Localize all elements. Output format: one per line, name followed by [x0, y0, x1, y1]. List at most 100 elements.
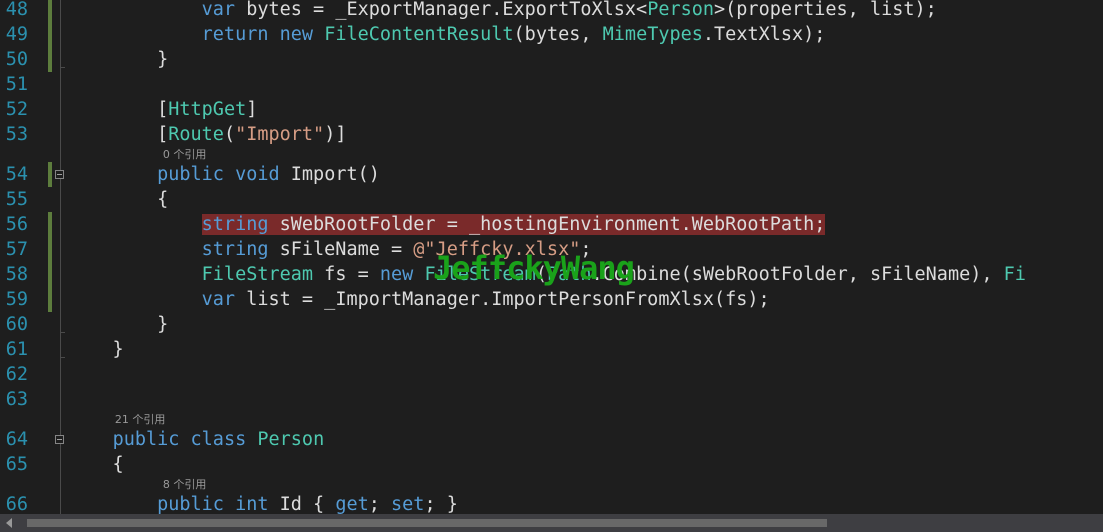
line-number: 50	[5, 49, 28, 70]
code-token: ; }	[424, 494, 458, 515]
code-line[interactable]: string sWebRootFolder = _hostingEnvironm…	[68, 212, 826, 237]
line-number: 62	[5, 364, 28, 385]
code-line[interactable]: [HttpGet]	[68, 97, 257, 122]
line-number: 63	[5, 389, 28, 410]
line-number: 61	[5, 339, 28, 360]
code-token: Fi	[1003, 264, 1026, 285]
fold-end-tick	[60, 67, 65, 68]
code-token: string	[201, 239, 269, 260]
scroll-left-arrow-icon[interactable]	[6, 518, 12, 528]
code-token: .Combine(sWebRootFolder, sFileName),	[591, 264, 1004, 285]
code-token: )]	[324, 124, 347, 145]
code-token: (bytes,	[513, 24, 603, 45]
line-number: 60	[5, 314, 28, 335]
collapse-region-icon[interactable]	[55, 435, 64, 444]
code-line[interactable]: var bytes = _ExportManager.ExportToXlsx<…	[68, 0, 937, 22]
collapse-region-icon[interactable]	[55, 170, 64, 179]
code-line[interactable]: var list = _ImportManager.ImportPersonFr…	[68, 287, 770, 312]
code-token: FileStream	[201, 264, 314, 285]
code-token: int	[235, 494, 269, 515]
horizontal-scrollbar[interactable]	[0, 514, 1103, 532]
code-line[interactable]: }	[68, 337, 124, 362]
code-token: HttpGet	[168, 99, 247, 120]
code-line[interactable]: public void Import()	[68, 162, 380, 187]
fold-guide-line	[60, 444, 61, 514]
code-token: Import()	[279, 164, 380, 185]
code-token: .TextXlsx);	[702, 24, 826, 45]
code-token: Id {	[268, 494, 336, 515]
code-token: fs =	[313, 264, 380, 285]
code-token: get	[335, 494, 369, 515]
code-token: public	[157, 494, 224, 515]
line-number: 64	[5, 429, 28, 450]
code-token: new	[279, 24, 314, 45]
code-token: "Import"	[235, 124, 325, 145]
line-number: 55	[5, 189, 28, 210]
code-token: {	[68, 454, 124, 475]
code-line[interactable]: [Route("Import")]	[68, 122, 346, 147]
change-indicator-bar	[48, 0, 52, 72]
code-token: bytes = _ExportManager.ExportToXlsx<	[235, 0, 648, 20]
line-number: 59	[5, 289, 28, 310]
code-editor[interactable]: 48 var bytes = _ExportManager.ExportToXl…	[0, 0, 1103, 532]
fold-end-tick	[60, 357, 65, 358]
fold-guide-line	[60, 179, 61, 435]
watermark-text: JeffckyWang	[433, 249, 635, 287]
code-line[interactable]: return new FileContentResult(bytes, Mime…	[68, 22, 826, 47]
line-number: 56	[5, 214, 28, 235]
code-line[interactable]: {	[68, 452, 124, 477]
line-number: 54	[5, 164, 28, 185]
code-token: }	[68, 339, 124, 360]
code-token: Route	[168, 124, 224, 145]
code-token: new	[379, 264, 414, 285]
change-indicator-bar	[48, 212, 52, 312]
code-token: FileContentResult	[324, 24, 514, 45]
code-line[interactable]: }	[68, 47, 168, 72]
fold-guide-line	[60, 0, 61, 170]
code-token: public	[112, 429, 180, 450]
line-number: 58	[5, 264, 28, 285]
code-line[interactable]: public class Person	[68, 427, 325, 452]
code-token: set	[391, 494, 425, 515]
line-number: 57	[5, 239, 28, 260]
code-token: string	[201, 214, 269, 235]
code-token: sWebRootFolder = _hostingEnvironment.Web…	[268, 214, 826, 235]
code-token: class	[190, 429, 247, 450]
code-token: public	[157, 164, 224, 185]
code-token: ]	[246, 99, 258, 120]
code-token: [	[68, 99, 169, 120]
fold-end-tick	[60, 332, 65, 333]
code-token: }	[68, 314, 169, 335]
line-number: 52	[5, 99, 28, 120]
code-token: void	[235, 164, 280, 185]
code-token: Person	[257, 429, 325, 450]
code-token: var	[201, 289, 236, 310]
line-number: 53	[5, 124, 28, 145]
codelens-reference-count[interactable]: 0 个引用	[163, 148, 207, 162]
line-number: 51	[5, 74, 28, 95]
scrollbar-thumb[interactable]	[27, 519, 827, 527]
change-indicator-bar	[48, 162, 52, 187]
line-number: 48	[5, 0, 28, 20]
code-token: }	[68, 49, 169, 70]
code-line[interactable]: }	[68, 312, 168, 337]
code-token: [	[68, 124, 169, 145]
codelens-reference-count[interactable]: 21 个引用	[115, 413, 166, 427]
code-token: >(properties, list);	[714, 0, 937, 20]
code-token: list = _ImportManager.ImportPersonFromXl…	[235, 289, 770, 310]
codelens-reference-count[interactable]: 8 个引用	[163, 478, 207, 492]
code-token: sFileName =	[268, 239, 414, 260]
code-line[interactable]: {	[68, 187, 168, 212]
